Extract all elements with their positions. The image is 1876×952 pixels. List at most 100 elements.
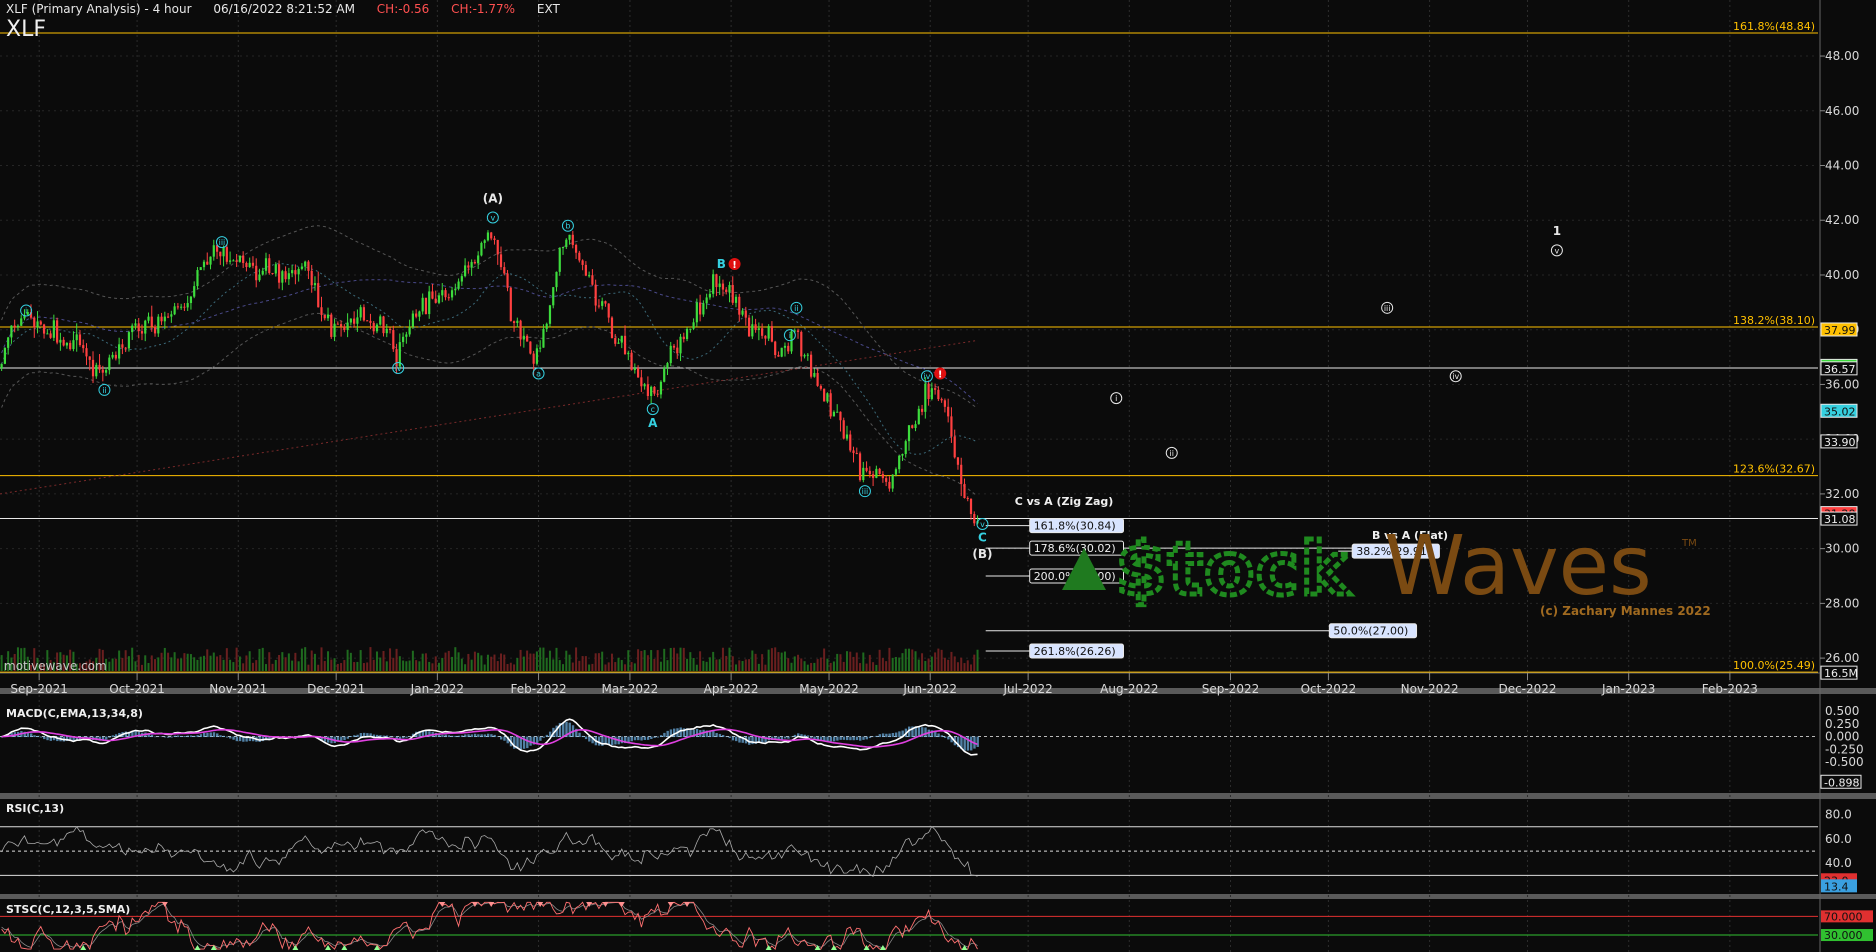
chart-change: CH:-0.56 [376,2,430,16]
fib-level-label: 123.6%(32.67) [1733,463,1815,476]
macd-histogram-bar [666,730,669,738]
volume-bar [643,650,646,671]
volume-bar [908,648,910,671]
volume-bar [222,659,225,671]
macd-histogram-bar [934,731,937,738]
volume-bar [610,653,613,671]
chart-title: XLF (Primary Analysis) - 4 hour [6,2,192,16]
volume-bar [562,664,565,671]
candle-body [907,425,911,442]
projection-label: 261.8%(26.26) [1034,645,1116,658]
volume-bar [519,649,522,671]
volume-bar [542,647,545,671]
macd-histogram-bar [353,735,356,738]
rsi-tick-label: 60.0 [1825,832,1852,846]
candle-body [206,261,209,265]
volume-bar [415,660,418,671]
candle-body [581,260,584,265]
candle-body [852,450,855,454]
volume-bar [584,656,587,671]
volume-bar [382,650,385,671]
y-tick-label: 36.00 [1825,377,1859,391]
volume-bar [500,653,503,671]
stsc-panel-label: STSC(C,12,3,5,SMA) [6,903,131,916]
candle-body [232,260,235,262]
volume-bar [493,654,496,671]
candle-body [375,324,379,332]
candle-body [258,274,261,281]
macd-histogram-bar [493,734,496,738]
y-tick-label: 46.00 [1825,104,1859,118]
macd-histogram-bar [620,736,624,744]
volume-bar [369,647,372,671]
volume-bar [398,656,401,671]
candle-body [157,316,160,334]
stock-chart[interactable]: Sep-2021 Oct-2021 Nov-2021 Dec-2021 Jan-2022… [0,0,1876,952]
macd-histogram-bar [356,734,359,738]
volume-bar [127,656,130,671]
wave-label: (B) [972,547,992,561]
candle-body [878,468,881,475]
volume-bar [255,660,258,671]
volume-bar [483,664,486,671]
candle-body [898,455,901,470]
macd-histogram-bar [157,736,160,738]
candle-body [767,326,770,339]
volume-bar [157,657,160,671]
candle-body [574,244,578,253]
volume-bar [686,658,689,671]
macd-histogram-bar [894,732,898,738]
volume-bar [591,663,594,671]
candle-body [741,310,744,315]
volume-bar [721,647,724,671]
volume-bar [490,656,493,671]
candle-body [780,347,783,357]
y-tick-label: 30.00 [1825,542,1859,556]
macd-histogram-bar [885,733,888,738]
volume-bar [875,664,878,671]
macd-histogram-bar [36,735,39,738]
macd-histogram-bar [659,735,663,738]
volume-bar [522,656,525,671]
price-tag-label: 35.02 [1824,405,1856,418]
volume-bar [428,661,431,671]
volume-bar [140,664,143,671]
candle-body [627,352,630,355]
volume-bar [336,663,339,671]
candle-body [787,345,790,352]
candle-body [166,316,170,318]
macd-histogram-bar [898,731,901,738]
macd-histogram-bar [105,736,108,740]
volume-bar [437,662,440,671]
wave-label: v [490,214,495,223]
candle-body [842,420,845,439]
candle-body [274,264,277,274]
fib-level-label: 161.8%(48.84) [1733,20,1815,33]
candle-body [849,434,852,451]
candle-body [219,251,222,257]
candle-body [924,383,927,412]
candle-body [535,348,539,364]
volume-bar [366,662,369,671]
candle-body [490,232,493,239]
volume-bar [346,649,349,671]
macd-histogram-bar [108,736,111,738]
macd-histogram-bar [163,736,167,738]
candle-body [963,483,966,499]
candle-body [467,265,470,268]
volume-bar [859,663,862,671]
candle-body [496,239,499,255]
volume-bar [251,662,254,671]
volume-bar [526,650,529,671]
candle-body [359,307,362,318]
wave-label: iii [862,487,869,496]
volume-bar [963,663,966,671]
candle-body [454,288,457,291]
candle-body [614,338,617,344]
wave-label: B [717,257,726,271]
macd-histogram-bar [832,736,836,742]
candle-body [418,311,421,317]
macd-histogram-bar [183,736,186,738]
candle-body [597,305,601,307]
wave-label: iii [1384,304,1391,313]
